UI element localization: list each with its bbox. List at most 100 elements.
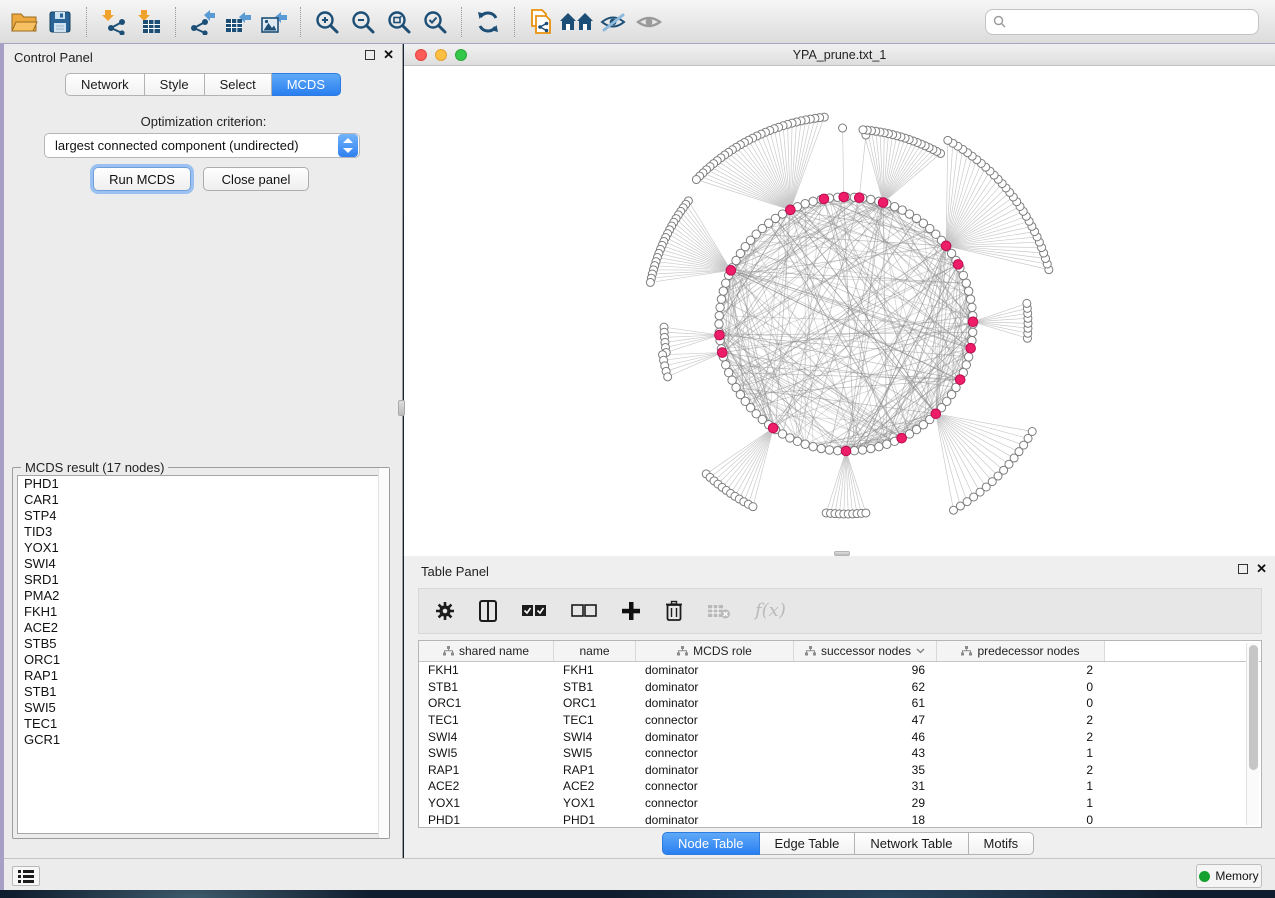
table-cell: dominator	[636, 663, 794, 677]
mcds-result-item[interactable]: CAR1	[18, 492, 384, 508]
table-row[interactable]: STB1STB1dominator620	[419, 679, 1261, 696]
add-column-button[interactable]	[621, 601, 641, 621]
zoom-in-button[interactable]	[309, 4, 345, 40]
zoom-selected-button[interactable]	[417, 4, 453, 40]
toolbar-separator	[461, 7, 462, 37]
run-mcds-button[interactable]: Run MCDS	[93, 167, 191, 191]
mcds-result-item[interactable]: TID3	[18, 524, 384, 540]
network-canvas[interactable]	[404, 66, 1275, 551]
float-panel-icon[interactable]	[1238, 564, 1248, 574]
table-panel: Table Panel ✕ f(x) shared name	[404, 556, 1275, 858]
export-network-button[interactable]	[184, 4, 220, 40]
show-columns-button[interactable]	[479, 600, 497, 622]
mcds-result-item[interactable]: SRD1	[18, 572, 384, 588]
column-header-predecessor-nodes[interactable]: predecessor nodes	[937, 641, 1105, 661]
first-neighbors-button[interactable]	[559, 4, 595, 40]
zoom-fit-button[interactable]	[381, 4, 417, 40]
hide-selected-button[interactable]	[595, 4, 631, 40]
tab-motifs[interactable]: Motifs	[969, 832, 1035, 855]
delete-column-button[interactable]	[665, 600, 683, 622]
settings-gear-button[interactable]	[435, 601, 455, 621]
mcds-result-item[interactable]: PMA2	[18, 588, 384, 604]
tab-edge-table[interactable]: Edge Table	[760, 832, 856, 855]
column-header-name[interactable]: name	[554, 641, 636, 661]
mcds-result-list[interactable]: PHD1CAR1STP4TID3YOX1SWI4SRD1PMA2FKH1ACE2…	[17, 475, 385, 834]
criterion-select[interactable]: largest connected component (undirected)	[44, 133, 360, 158]
column-header-shared-name[interactable]: shared name	[419, 641, 554, 661]
zoom-out-button[interactable]	[345, 4, 381, 40]
table-row[interactable]: ORC1ORC1dominator610	[419, 695, 1261, 712]
tab-network-table[interactable]: Network Table	[855, 832, 968, 855]
table-row[interactable]: RAP1RAP1dominator352	[419, 762, 1261, 779]
memory-button[interactable]: Memory	[1196, 864, 1262, 888]
select-all-button[interactable]	[521, 604, 547, 618]
close-panel-icon[interactable]: ✕	[383, 50, 394, 60]
import-network-button[interactable]	[95, 4, 131, 40]
table-row[interactable]: SWI4SWI4dominator462	[419, 728, 1261, 745]
table-row[interactable]: PHD1PHD1dominator180	[419, 811, 1261, 828]
table-row[interactable]: YOX1YOX1connector291	[419, 795, 1261, 812]
table-row[interactable]: ACE2ACE2connector311	[419, 778, 1261, 795]
tab-mcds[interactable]: MCDS	[272, 73, 341, 96]
table-cell: PHD1	[419, 813, 554, 827]
search-input[interactable]	[985, 9, 1259, 35]
function-builder-button[interactable]: f(x)	[755, 602, 786, 620]
table-scrollbar[interactable]	[1246, 643, 1259, 825]
table-row[interactable]: SWI5SWI5connector431	[419, 745, 1261, 762]
mcds-result-item[interactable]: STB1	[18, 684, 384, 700]
mcds-result-item[interactable]: FKH1	[18, 604, 384, 620]
table-cell: 0	[937, 813, 1105, 827]
shared-column-icon	[443, 646, 454, 656]
table-cell: 0	[937, 696, 1105, 710]
mcds-result-item[interactable]: TEC1	[18, 716, 384, 732]
show-all-button[interactable]	[631, 4, 667, 40]
export-table-button[interactable]	[220, 4, 256, 40]
network-graph[interactable]	[404, 66, 1275, 551]
table-cell: FKH1	[554, 663, 636, 677]
duplicate-network-button[interactable]	[523, 4, 559, 40]
vertical-splitter-handle[interactable]	[398, 400, 405, 416]
mcds-result-item[interactable]: RAP1	[18, 668, 384, 684]
column-header-successor-nodes[interactable]: successor nodes	[794, 641, 937, 661]
table-toolbar: f(x)	[418, 588, 1262, 634]
export-image-button[interactable]	[256, 4, 292, 40]
mcds-list-scrollbar[interactable]	[378, 468, 389, 838]
tab-style[interactable]: Style	[145, 73, 205, 96]
tab-network[interactable]: Network	[65, 73, 145, 96]
save-session-button[interactable]	[42, 4, 78, 40]
mcds-result-item[interactable]: STP4	[18, 508, 384, 524]
mcds-result-item[interactable]: SWI4	[18, 556, 384, 572]
mcds-result-item[interactable]: STB5	[18, 636, 384, 652]
float-panel-icon[interactable]	[365, 50, 375, 60]
mcds-result-item[interactable]: YOX1	[18, 540, 384, 556]
table-cell: 96	[794, 663, 937, 677]
close-panel-icon[interactable]: ✕	[1256, 564, 1267, 574]
table-cell: 1	[937, 779, 1105, 793]
table-cell: connector	[636, 779, 794, 793]
tab-select[interactable]: Select	[205, 73, 272, 96]
show-panels-button[interactable]	[12, 866, 40, 886]
delete-table-button[interactable]	[707, 603, 731, 619]
tab-node-table[interactable]: Node Table	[662, 832, 760, 855]
mcds-result-item[interactable]: PHD1	[18, 476, 384, 492]
refresh-button[interactable]	[470, 4, 506, 40]
import-table-button[interactable]	[131, 4, 167, 40]
column-header-mcds-role[interactable]: MCDS role	[636, 641, 794, 661]
table-cell: 0	[937, 680, 1105, 694]
mcds-result-item[interactable]: ORC1	[18, 652, 384, 668]
open-file-button[interactable]	[6, 4, 42, 40]
table-row[interactable]: TEC1TEC1connector472	[419, 712, 1261, 729]
table-cell: RAP1	[554, 763, 636, 777]
table-cell: ORC1	[419, 696, 554, 710]
close-panel-button[interactable]: Close panel	[203, 167, 309, 191]
mcds-result-item[interactable]: GCR1	[18, 732, 384, 748]
node-table: shared name name MCDS role successor nod…	[418, 640, 1262, 828]
table-row[interactable]: FKH1FKH1dominator962	[419, 662, 1261, 679]
table-scrollbar-thumb[interactable]	[1249, 645, 1258, 770]
memory-status-icon	[1199, 871, 1210, 882]
table-cell: 18	[794, 813, 937, 827]
table-header-row: shared name name MCDS role successor nod…	[419, 641, 1261, 662]
deselect-all-button[interactable]	[571, 604, 597, 618]
mcds-result-item[interactable]: SWI5	[18, 700, 384, 716]
mcds-result-item[interactable]: ACE2	[18, 620, 384, 636]
